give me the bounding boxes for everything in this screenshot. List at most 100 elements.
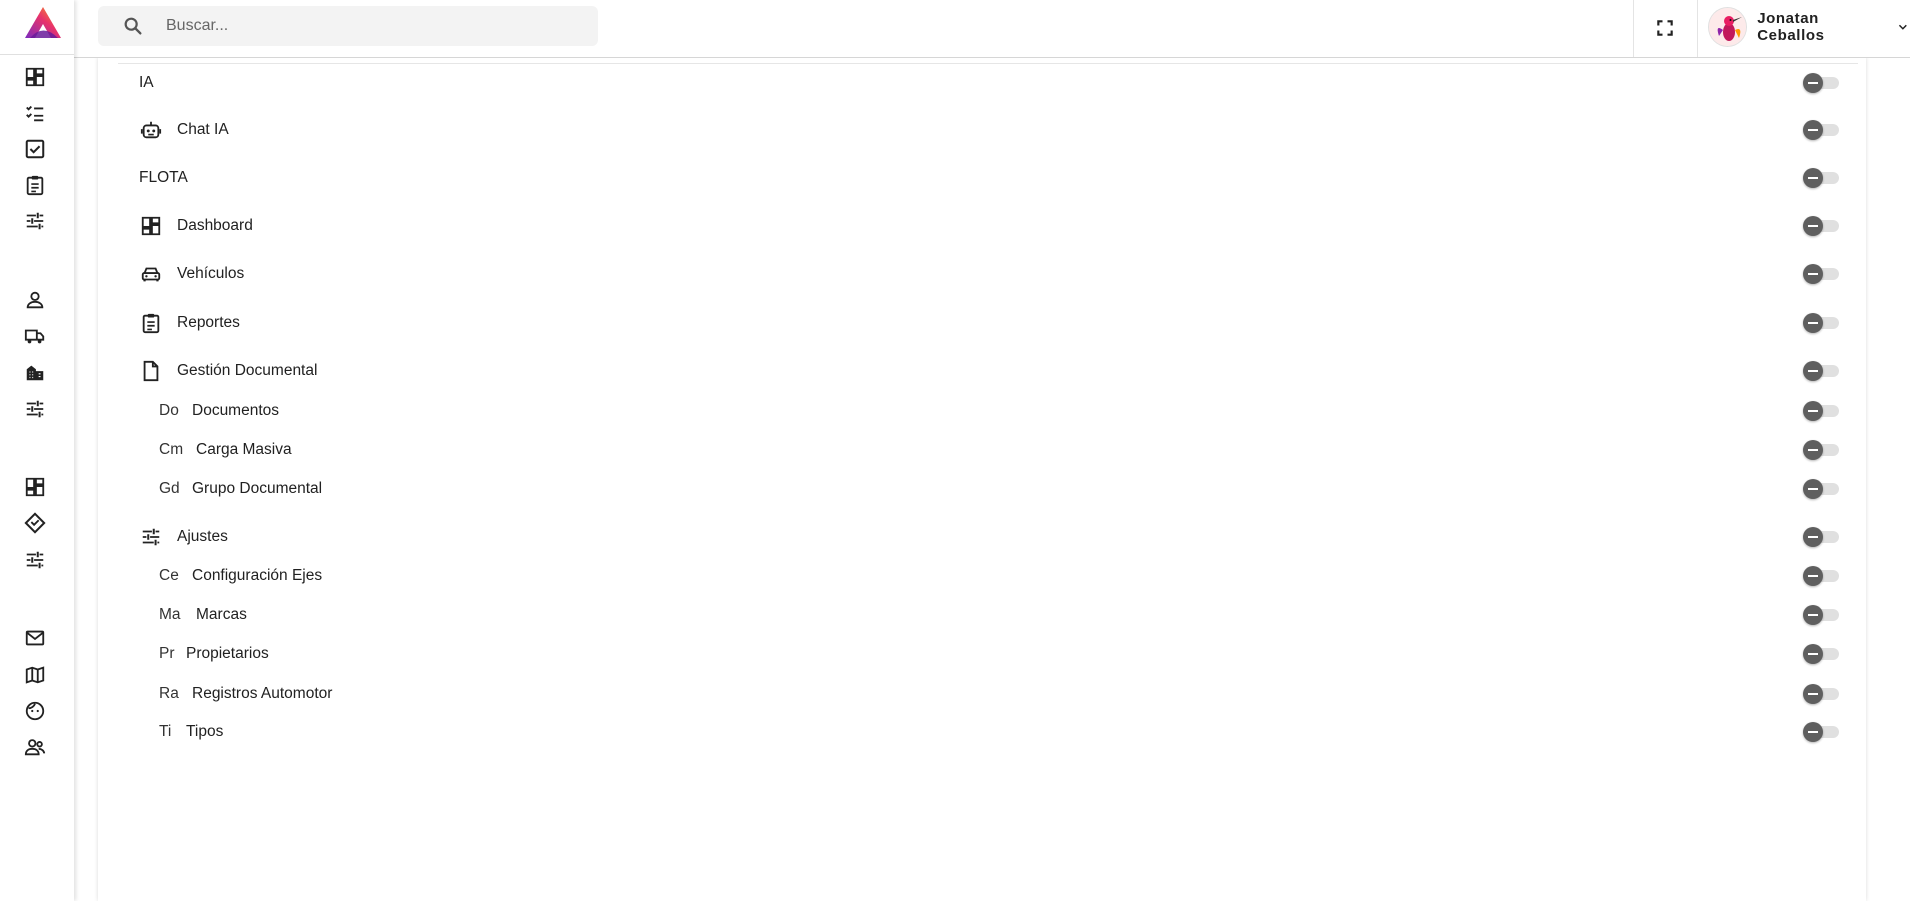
sidebar-dashboard-button[interactable] [22,474,48,500]
sidebar-mail-button[interactable] [22,625,48,651]
permission-toggle[interactable] [1803,361,1841,381]
permission-row: Gestión Documental [98,351,1866,391]
app-logo[interactable] [22,5,64,41]
dashboard-icon [139,214,163,238]
sidebar-map-button[interactable] [22,662,48,688]
search-icon [124,17,142,35]
permission-label: Marcas [196,606,247,623]
permission-row: Ce Configuración Ejes [98,556,1866,596]
toggle-thumb [1803,361,1823,381]
item-abbreviation: Ti [159,723,172,740]
permission-label: IA [139,74,154,91]
permission-toggle[interactable] [1803,479,1841,499]
permission-row: Reportes [98,303,1866,343]
permission-toggle[interactable] [1803,264,1841,284]
document-icon [139,359,163,383]
fullscreen-icon [1657,20,1673,36]
permission-label: Carga Masiva [196,441,292,458]
permission-toggle[interactable] [1803,644,1841,664]
search-input[interactable] [164,16,568,36]
checklist-icon [26,105,44,122]
sidebar-group-button[interactable] [22,734,48,760]
toggle-thumb [1803,168,1823,188]
permission-label: Documentos [192,402,280,419]
item-abbreviation: Ra [159,685,179,702]
sidebar-divider [0,54,74,55]
search-box[interactable] [98,6,598,46]
permission-toggle[interactable] [1803,527,1841,547]
sidebar-truck-button[interactable] [22,323,48,349]
permission-toggle[interactable] [1803,605,1841,625]
tag-icon [24,512,46,534]
sidebar-tune-button[interactable] [22,547,48,573]
sidebar-building-button[interactable] [22,359,48,385]
permission-label: Propietarios [186,645,269,662]
toggle-thumb [1803,313,1823,333]
permission-row: Gd Grupo Documental [98,469,1866,509]
toggle-thumb [1803,264,1823,284]
permission-toggle[interactable] [1803,120,1841,140]
chevron-down-icon[interactable] [1896,20,1910,34]
tune-icon [26,551,44,569]
toggle-thumb [1803,684,1823,704]
sidebar-tag-button[interactable] [22,510,48,536]
user-menu[interactable]: Jonatan Ceballos [1708,5,1910,49]
group-icon [24,739,46,756]
tune-icon [26,212,44,230]
toggle-thumb [1803,216,1823,236]
permission-row: Do Documentos [98,391,1866,431]
dashboard-icon [25,67,45,87]
permission-toggle[interactable] [1803,313,1841,333]
fullscreen-button[interactable] [1652,15,1678,41]
sidebar-checklist-button[interactable] [22,100,48,126]
item-abbreviation: Pr [159,645,175,662]
user-name: Jonatan Ceballos [1757,10,1825,44]
permission-label: Tipos [186,723,224,740]
toggle-thumb [1803,527,1823,547]
permission-toggle[interactable] [1803,722,1841,742]
avatar[interactable] [1708,7,1748,47]
toggle-thumb [1803,401,1823,421]
permission-toggle[interactable] [1803,566,1841,586]
sidebar-person-button[interactable] [22,287,48,313]
permission-toggle[interactable] [1803,440,1841,460]
permission-toggle[interactable] [1803,168,1841,188]
header-divider [1697,0,1698,57]
face-icon [25,701,45,721]
permission-row: Ra Registros Automotor [98,674,1866,714]
sidebar-clipboard-button[interactable] [22,172,48,198]
item-abbreviation: Do [159,402,179,419]
robot-icon [139,118,163,142]
item-abbreviation: Ma [159,606,181,623]
truck-icon [24,329,45,344]
sidebar [0,0,74,901]
permission-label: Ajustes [177,528,228,545]
permission-label: Dashboard [177,217,253,234]
car-icon [139,262,163,286]
permission-label: Chat IA [177,121,229,138]
top-bar: Jonatan Ceballos [74,0,1910,58]
toggle-thumb [1803,440,1823,460]
sidebar-checkbox-button[interactable] [22,136,48,162]
permission-row: FLOTA [98,158,1866,198]
toggle-thumb [1803,120,1823,140]
permission-toggle[interactable] [1803,73,1841,93]
permission-toggle[interactable] [1803,216,1841,236]
map-icon [25,666,45,684]
sidebar-face-button[interactable] [22,698,48,724]
permission-label: Gestión Documental [177,362,318,379]
permission-toggle[interactable] [1803,684,1841,704]
person-icon [26,291,44,309]
dashboard-icon [25,477,45,497]
mail-icon [25,630,45,646]
permissions-panel: IA Chat IA FLOTA Dashboard Vehículos Reportes… [98,57,1866,901]
sidebar-dashboard-button[interactable] [22,64,48,90]
item-abbreviation: Cm [159,441,184,458]
toggle-thumb [1803,722,1823,742]
checkbox-icon [25,139,45,159]
hummingbird-avatar-icon [1709,8,1747,46]
permission-toggle[interactable] [1803,401,1841,421]
sidebar-tune-button[interactable] [22,396,48,422]
sidebar-tune-button[interactable] [22,208,48,234]
permission-label: Registros Automotor [192,685,333,702]
